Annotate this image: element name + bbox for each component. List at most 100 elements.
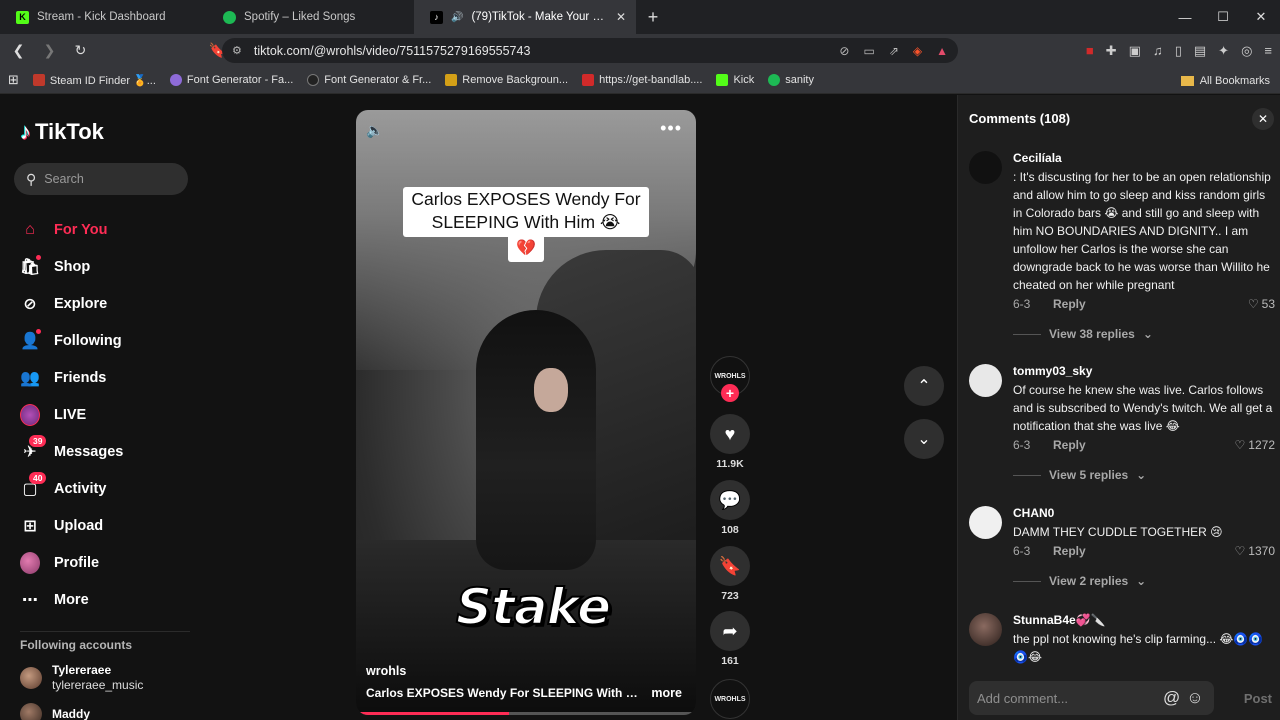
close-window-icon[interactable]: ✕ (1242, 0, 1280, 34)
comment-icon[interactable]: 💬 (710, 480, 750, 520)
search-box[interactable]: ⚲ (14, 163, 188, 195)
vpn-icon[interactable]: ◎ (1241, 43, 1252, 59)
following-account-item[interactable]: Maddy (20, 703, 90, 720)
kick-icon: K (16, 10, 29, 24)
maximize-icon[interactable]: ☐ (1204, 0, 1242, 34)
close-tab-icon[interactable]: ✕ (616, 10, 626, 24)
video-options-icon[interactable]: ••• (660, 118, 682, 139)
share-arrow-icon[interactable]: ➦ (710, 611, 750, 651)
notification-dot (36, 328, 41, 334)
comment-date: 6-3 (1013, 297, 1031, 311)
menu-icon[interactable]: ≡ (1264, 43, 1272, 58)
tiktok-logo[interactable]: ♪ TikTok (20, 119, 104, 145)
divider (20, 631, 190, 632)
chevron-down-icon: ⌄ (917, 431, 931, 448)
volume-icon[interactable]: 🔈 (366, 122, 383, 139)
next-video-button[interactable]: ⌄ (904, 419, 944, 459)
post-comment-button[interactable]: Post (1244, 691, 1272, 706)
sidebar-item-following[interactable]: 👤 Following (20, 322, 200, 359)
video-player[interactable]: 🔈 ••• Carlos EXPOSES Wendy For SLEEPING … (356, 110, 696, 715)
comment-username[interactable]: tommy03_sky (1013, 364, 1275, 378)
address-bar[interactable]: ⚙ tiktok.com/@wrohls/video/7511575279169… (222, 38, 958, 63)
tab-kick[interactable]: K Stream - Kick Dashboard (0, 0, 207, 34)
bookmark-item[interactable]: https://get-bandlab.... (582, 74, 702, 86)
cast-icon[interactable]: ⊘ (839, 44, 849, 58)
screen-icon[interactable]: ▭ (863, 44, 874, 58)
bookmark-item[interactable]: Kick (716, 74, 754, 86)
emoji-icon[interactable]: ☺ (1186, 688, 1203, 708)
avatar[interactable] (969, 364, 1002, 397)
following-account-item[interactable]: Tylereraee tylereraee_music (20, 663, 143, 693)
comment-like-button[interactable]: ♡ 53 (1248, 297, 1275, 311)
close-comments-button[interactable]: ✕ (1252, 108, 1274, 130)
search-input[interactable] (44, 172, 175, 186)
chevron-down-icon: ⌄ (1136, 574, 1147, 588)
sidebar-item-upload[interactable]: ⊞ Upload (20, 507, 200, 544)
leo-icon[interactable]: ✦ (1218, 43, 1229, 59)
video-progress-bar[interactable] (356, 712, 696, 715)
avatar[interactable] (969, 506, 1002, 539)
apps-icon[interactable]: ⊞ (8, 72, 19, 88)
reply-button[interactable]: Reply (1053, 544, 1086, 558)
share-icon[interactable]: ⇗ (889, 44, 899, 58)
tab-spotify[interactable]: Spotify – Liked Songs (207, 0, 414, 34)
bookmark-favicon-icon (445, 74, 458, 86)
rewards-icon[interactable]: ▲ (936, 44, 948, 58)
view-replies-button[interactable]: View 2 replies ⌄ (1013, 574, 1275, 588)
sidebar-item-messages[interactable]: ✈ 39 Messages (20, 433, 200, 470)
puzzle-icon[interactable]: ✚ (1106, 43, 1117, 59)
comment-input[interactable] (977, 690, 1157, 706)
bookmark-item[interactable]: sanity (768, 74, 814, 86)
all-bookmarks-button[interactable]: All Bookmarks (1180, 67, 1270, 94)
reply-button[interactable]: Reply (1053, 297, 1086, 311)
back-icon[interactable]: ❮ (6, 38, 31, 63)
sidebar-item-live[interactable]: LIVE (20, 396, 200, 433)
comment-username[interactable]: Cecilíala (1013, 151, 1275, 165)
comment-username[interactable]: CHAN0 (1013, 506, 1275, 520)
avatar[interactable] (969, 151, 1002, 184)
bookmark-save-icon[interactable]: 🔖 (710, 546, 750, 586)
forward-icon[interactable]: ❯ (37, 38, 62, 63)
add-comment-box[interactable]: @ ☺ (969, 681, 1214, 715)
comment-like-button[interactable]: ♡ 1370 (1235, 544, 1275, 558)
video-username[interactable]: wrohls (366, 664, 406, 678)
extension-red-icon[interactable]: ■ (1086, 43, 1094, 58)
bookmarks-bar: ⊞ Steam ID Finder 🏅... Font Generator - … (0, 67, 1280, 94)
brave-shield-icon[interactable]: ◈ (913, 44, 922, 58)
comment-username[interactable]: StunnaB4e💞🔪 (1013, 613, 1275, 627)
tab-tiktok[interactable]: ♪ 🔊 (79)TikTok - Make Your Day ✕ (414, 0, 636, 34)
reload-icon[interactable]: ↻ (68, 38, 93, 63)
bookmark-item[interactable]: Font Generator & Fr... (307, 74, 431, 86)
sidebar-item-profile[interactable]: Profile (20, 544, 200, 581)
sidebar-item-friends[interactable]: 👥 Friends (20, 359, 200, 396)
avatar[interactable] (969, 613, 1002, 646)
bookmark-item[interactable]: Remove Backgroun... (445, 74, 568, 86)
reply-button[interactable]: Reply (1053, 438, 1086, 452)
minimize-icon[interactable]: — (1166, 0, 1204, 34)
screenshot-icon[interactable]: ▣ (1129, 43, 1141, 59)
comment-like-button[interactable]: ♡ 1272 (1235, 438, 1275, 452)
wallet-icon[interactable]: ▤ (1194, 43, 1206, 59)
music-icon[interactable]: ♫ (1153, 43, 1163, 58)
sidebar-item-more[interactable]: ⋯ More (20, 581, 200, 618)
bookmark-item[interactable]: Steam ID Finder 🏅... (32, 74, 156, 87)
sidebar-icon[interactable]: ▯ (1175, 43, 1182, 59)
sidebar-item-shop[interactable]: 🛍 Shop (20, 248, 200, 285)
sidebar-item-activity[interactable]: ▢ 40 Activity (20, 470, 200, 507)
sidebar-item-for-you[interactable]: ⌂ For You (20, 211, 200, 248)
description-more-button[interactable]: more (651, 686, 682, 700)
account-name: Maddy (52, 706, 91, 720)
sound-disc[interactable]: WROHLS (710, 679, 750, 719)
view-replies-button[interactable]: View 5 replies ⌄ (1013, 468, 1275, 482)
heart-icon[interactable]: ♥ (710, 414, 750, 454)
new-tab-button[interactable]: + (640, 4, 666, 30)
follow-plus-button[interactable]: + (721, 384, 739, 402)
site-info-icon[interactable]: ⚙ (232, 44, 242, 57)
sidebar-item-explore[interactable]: ⊘ Explore (20, 285, 200, 322)
heart-outline-icon: ♡ (1247, 297, 1259, 311)
view-replies-button[interactable]: View 38 replies ⌄ (1013, 327, 1275, 341)
mention-icon[interactable]: @ (1163, 688, 1180, 708)
comment-action: 💬 108 (710, 480, 750, 536)
previous-video-button[interactable]: ⌃ (904, 366, 944, 406)
bookmark-item[interactable]: Font Generator - Fa... (169, 74, 293, 86)
